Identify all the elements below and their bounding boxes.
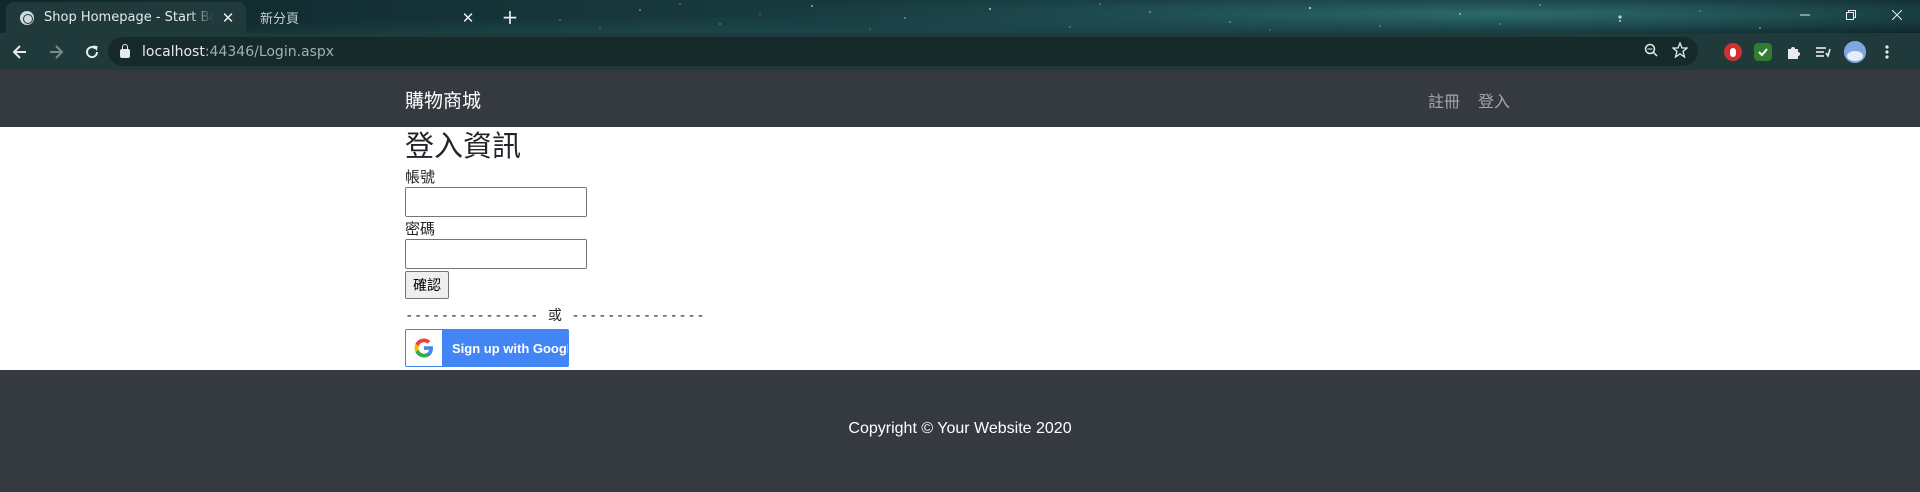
nav-links: 註冊 登入	[1428, 88, 1510, 112]
zoom-icon[interactable]	[1644, 43, 1658, 61]
google-button-label: Sign up with Google	[452, 340, 569, 356]
adblock-icon[interactable]	[1724, 42, 1742, 61]
login-form: 登入資訊 帳號 密碼 確認 --------------- 或 --------…	[405, 127, 1105, 367]
url-path: :44346/Login.aspx	[204, 43, 335, 60]
new-tab-plus-icon[interactable]: +	[498, 5, 522, 29]
bookmark-star-icon[interactable]	[1671, 40, 1689, 62]
brand-logo-text[interactable]: 購物商城	[405, 86, 481, 113]
back-arrow-icon[interactable]	[4, 38, 36, 66]
close-icon[interactable]: ✕	[220, 9, 236, 27]
google-signup-button[interactable]: Sign up with Google	[405, 329, 569, 367]
site-navbar: 購物商城 註冊 登入	[0, 70, 1920, 127]
site-footer: Copyright © Your Website 2020	[0, 370, 1920, 492]
close-window-icon[interactable]	[1874, 0, 1920, 30]
puzzle-extensions-icon[interactable]	[1784, 43, 1802, 61]
password-input[interactable]	[405, 239, 587, 269]
omnibox-actions	[1644, 37, 1689, 66]
browser-toolbar: localhost :44346/Login.aspx	[0, 33, 1920, 70]
tab-shop-homepage[interactable]: Shop Homepage - Start Bootst ✕	[6, 2, 246, 33]
reading-list-icon[interactable]	[1814, 43, 1832, 61]
window-controls	[1782, 0, 1920, 30]
forward-arrow-icon[interactable]	[40, 38, 72, 66]
minimize-icon[interactable]	[1782, 0, 1828, 30]
page-title: 登入資訊	[405, 129, 522, 163]
globe-icon	[20, 10, 34, 25]
nav-link-login[interactable]: 登入	[1478, 88, 1510, 112]
address-bar[interactable]: localhost :44346/Login.aspx	[108, 37, 1698, 66]
browser-chrome: Shop Homepage - Start Bootst ✕ 新分頁 ✕ +	[0, 0, 1920, 70]
shield-extension-icon[interactable]	[1754, 42, 1772, 61]
profile-avatar-icon[interactable]	[1844, 40, 1866, 63]
tab-title: Shop Homepage - Start Bootst	[44, 10, 214, 25]
reload-icon[interactable]	[76, 38, 108, 66]
account-input[interactable]	[405, 187, 587, 217]
tab-new-tab[interactable]: 新分頁 ✕	[246, 2, 486, 33]
confirm-button[interactable]: 確認	[405, 271, 449, 299]
lock-icon	[120, 44, 130, 58]
google-logo-icon	[406, 330, 442, 366]
copyright-text: Copyright © Your Website 2020	[848, 420, 1072, 437]
extensions-area	[1724, 33, 1896, 70]
password-label: 密碼	[405, 220, 436, 238]
kebab-menu-icon[interactable]	[1878, 43, 1896, 61]
restore-icon[interactable]	[1828, 0, 1874, 30]
or-divider: --------------- 或 ---------------	[405, 308, 706, 324]
close-icon[interactable]: ✕	[460, 9, 476, 27]
tab-strip: Shop Homepage - Start Bootst ✕ 新分頁 ✕ +	[0, 0, 1920, 33]
tab-title: 新分頁	[260, 12, 300, 27]
account-label: 帳號	[405, 168, 436, 186]
nav-link-register[interactable]: 註冊	[1428, 88, 1460, 112]
url-host: localhost	[142, 43, 205, 60]
